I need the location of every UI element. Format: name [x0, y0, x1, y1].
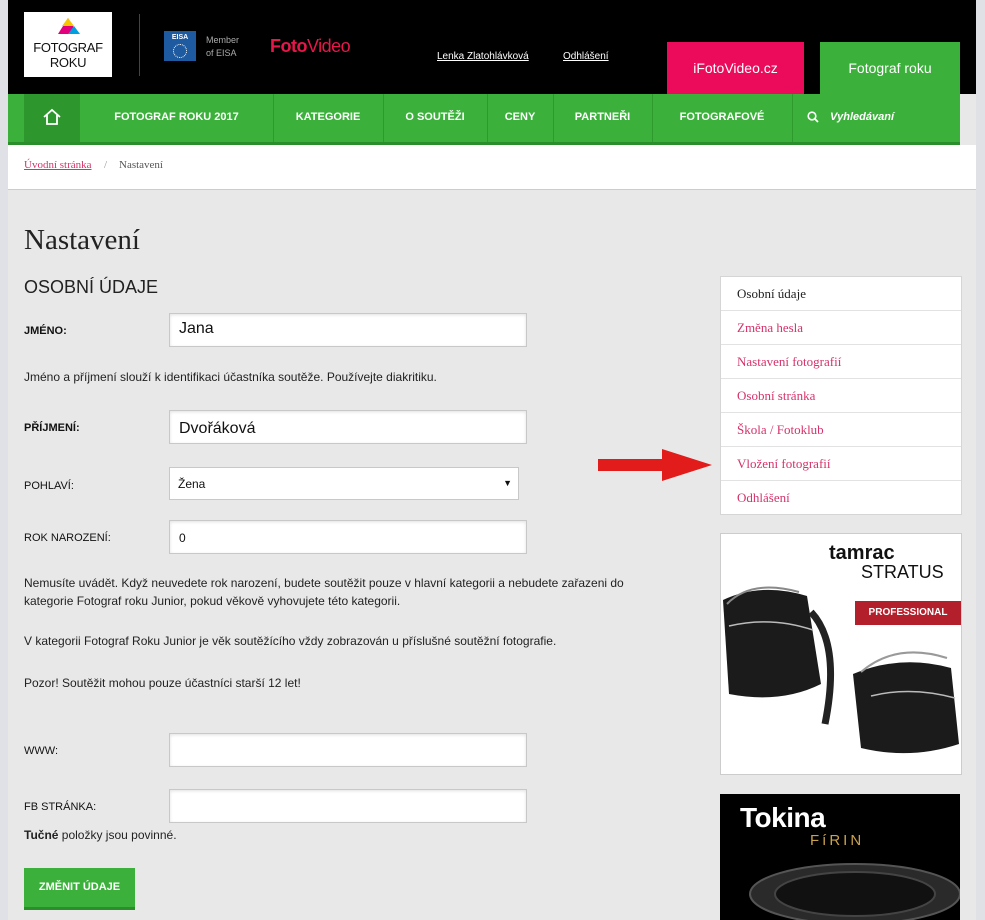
eisa-member-text: Member of EISA	[206, 34, 239, 60]
breadcrumb-home-link[interactable]: Úvodní stránka	[24, 159, 92, 171]
birth-year-label: ROK NAROZENÍ:	[24, 532, 111, 544]
side-item-nastaveni-fotografii[interactable]: Nastavení fotografií	[721, 345, 961, 379]
nav-search[interactable]: Vyhledávaní	[792, 94, 960, 142]
search-icon	[807, 111, 819, 123]
logo-text-line2: ROKU	[49, 55, 87, 70]
gender-select[interactable]: Žena ▼	[169, 467, 519, 500]
nav-item-fotograf-roku-2017[interactable]: FOTOGRAF ROKU 2017	[80, 94, 274, 142]
nav-item-ceny[interactable]: CENY	[487, 94, 554, 142]
nav-item-o-soutezi[interactable]: O SOUTĚŽI	[383, 94, 488, 142]
breadcrumb: Úvodní stránka / Nastavení	[8, 145, 976, 190]
birth-year-help-line1: Nemusíte uvádět. Když neuvedete rok naro…	[24, 576, 624, 590]
nav-home-button[interactable]	[24, 94, 80, 142]
chevron-down-icon: ▼	[503, 478, 512, 488]
eisa-logo-text: EISA	[171, 34, 189, 41]
required-note-rest: položky jsou povinné.	[58, 828, 177, 842]
member-line2: of EISA	[206, 48, 237, 58]
side-item-skola-fotoklub[interactable]: Škola / Fotoklub	[721, 413, 961, 447]
save-button[interactable]: ZMĚNIT ÚDAJE	[24, 868, 135, 910]
last-name-input[interactable]: Dvořáková	[169, 410, 527, 444]
search-placeholder: Vyhledávaní	[830, 111, 894, 123]
site-header: FOTOGRAF ROKU EISA Member of EISA FotoVi…	[8, 0, 976, 94]
first-name-label: JMÉNO:	[24, 325, 67, 337]
logout-link[interactable]: Odhlášení	[563, 51, 609, 62]
settings-side-menu: Osobní údaje Změna hesla Nastavení fotog…	[720, 276, 962, 515]
lens-image	[749, 863, 960, 920]
junior-help: V kategorii Fotograf Roku Junior je věk …	[24, 634, 557, 648]
tokina-ad[interactable]: Tokina FíRIN	[720, 794, 960, 920]
camera-bag-image	[723, 586, 959, 754]
home-icon	[43, 108, 61, 125]
member-line1: Member	[206, 35, 240, 45]
red-arrow-icon	[598, 449, 712, 481]
first-name-help: Jméno a příjmení slouží k identifikaci ú…	[24, 370, 437, 384]
birth-year-help: Nemusíte uvádět. Když neuvedete rok naro…	[24, 574, 674, 610]
www-label: WWW:	[24, 745, 59, 757]
breadcrumb-separator: /	[104, 159, 108, 171]
nav-item-partneri[interactable]: PARTNEŘI	[553, 94, 653, 142]
eisa-logo: EISA	[164, 31, 196, 61]
side-item-osobni-udaje[interactable]: Osobní údaje	[721, 277, 961, 311]
ifotovideo-button[interactable]: iFotoVideo.cz	[667, 42, 804, 94]
breadcrumb-current: Nastavení	[119, 159, 163, 171]
user-name-link[interactable]: Lenka Zlatohlávková	[437, 51, 529, 62]
main-nav: FOTOGRAF ROKU 2017 KATEGORIE O SOUTĚŽI C…	[8, 94, 960, 145]
logo-triangle-yellow-icon	[62, 18, 74, 26]
page-title: Nastavení	[24, 224, 140, 256]
last-name-label: PŘÍJMENÍ:	[24, 422, 80, 434]
page: FOTOGRAF ROKU EISA Member of EISA FotoVi…	[8, 0, 976, 920]
age-warning: Pozor! Soutěžit mohou pouze účastníci st…	[24, 676, 301, 690]
side-item-zmena-hesla[interactable]: Změna hesla	[721, 311, 961, 345]
header-divider	[139, 14, 140, 76]
fotograf-roku-button[interactable]: Fotograf roku	[820, 42, 960, 94]
birth-year-help-line2: kategorie Fotograf roku Junior, pokud vě…	[24, 594, 401, 608]
side-item-osobni-stranka[interactable]: Osobní stránka	[721, 379, 961, 413]
first-name-input[interactable]: Jana	[169, 313, 527, 347]
gender-label: POHLAVÍ:	[24, 480, 74, 492]
logo-triangle-blue-icon	[68, 26, 80, 34]
eisa-stars-icon	[173, 44, 187, 58]
side-item-vlozeni-fotografii[interactable]: Vložení fotografií	[721, 447, 961, 481]
nav-item-fotografove[interactable]: FOTOGRAFOVÉ	[652, 94, 793, 142]
www-input[interactable]	[169, 733, 527, 767]
fb-page-label: FB STRÁNKA:	[24, 801, 97, 813]
fb-page-input[interactable]	[169, 789, 527, 823]
section-title: OSOBNÍ ÚDAJE	[24, 277, 159, 297]
required-note: Tučné položky jsou povinné.	[24, 826, 674, 844]
nav-item-kategorie[interactable]: KATEGORIE	[273, 94, 384, 142]
birth-year-input[interactable]: 0	[169, 520, 527, 554]
fotovideo-logo-part2: Video	[306, 36, 351, 56]
required-note-bold: Tučné	[24, 828, 59, 842]
logo-text-line1: FOTOGRAF	[33, 40, 103, 55]
fotograf-roku-logo[interactable]: FOTOGRAF ROKU	[24, 12, 112, 77]
tamrac-ad[interactable]: tamrac STRATUS PROFESSIONAL	[720, 533, 962, 775]
fotovideo-logo[interactable]: FotoVideo	[270, 36, 351, 57]
side-item-odhlaseni[interactable]: Odhlášení	[721, 481, 961, 514]
fotovideo-logo-part1: Foto	[270, 36, 307, 56]
gender-select-value: Žena	[178, 477, 206, 491]
